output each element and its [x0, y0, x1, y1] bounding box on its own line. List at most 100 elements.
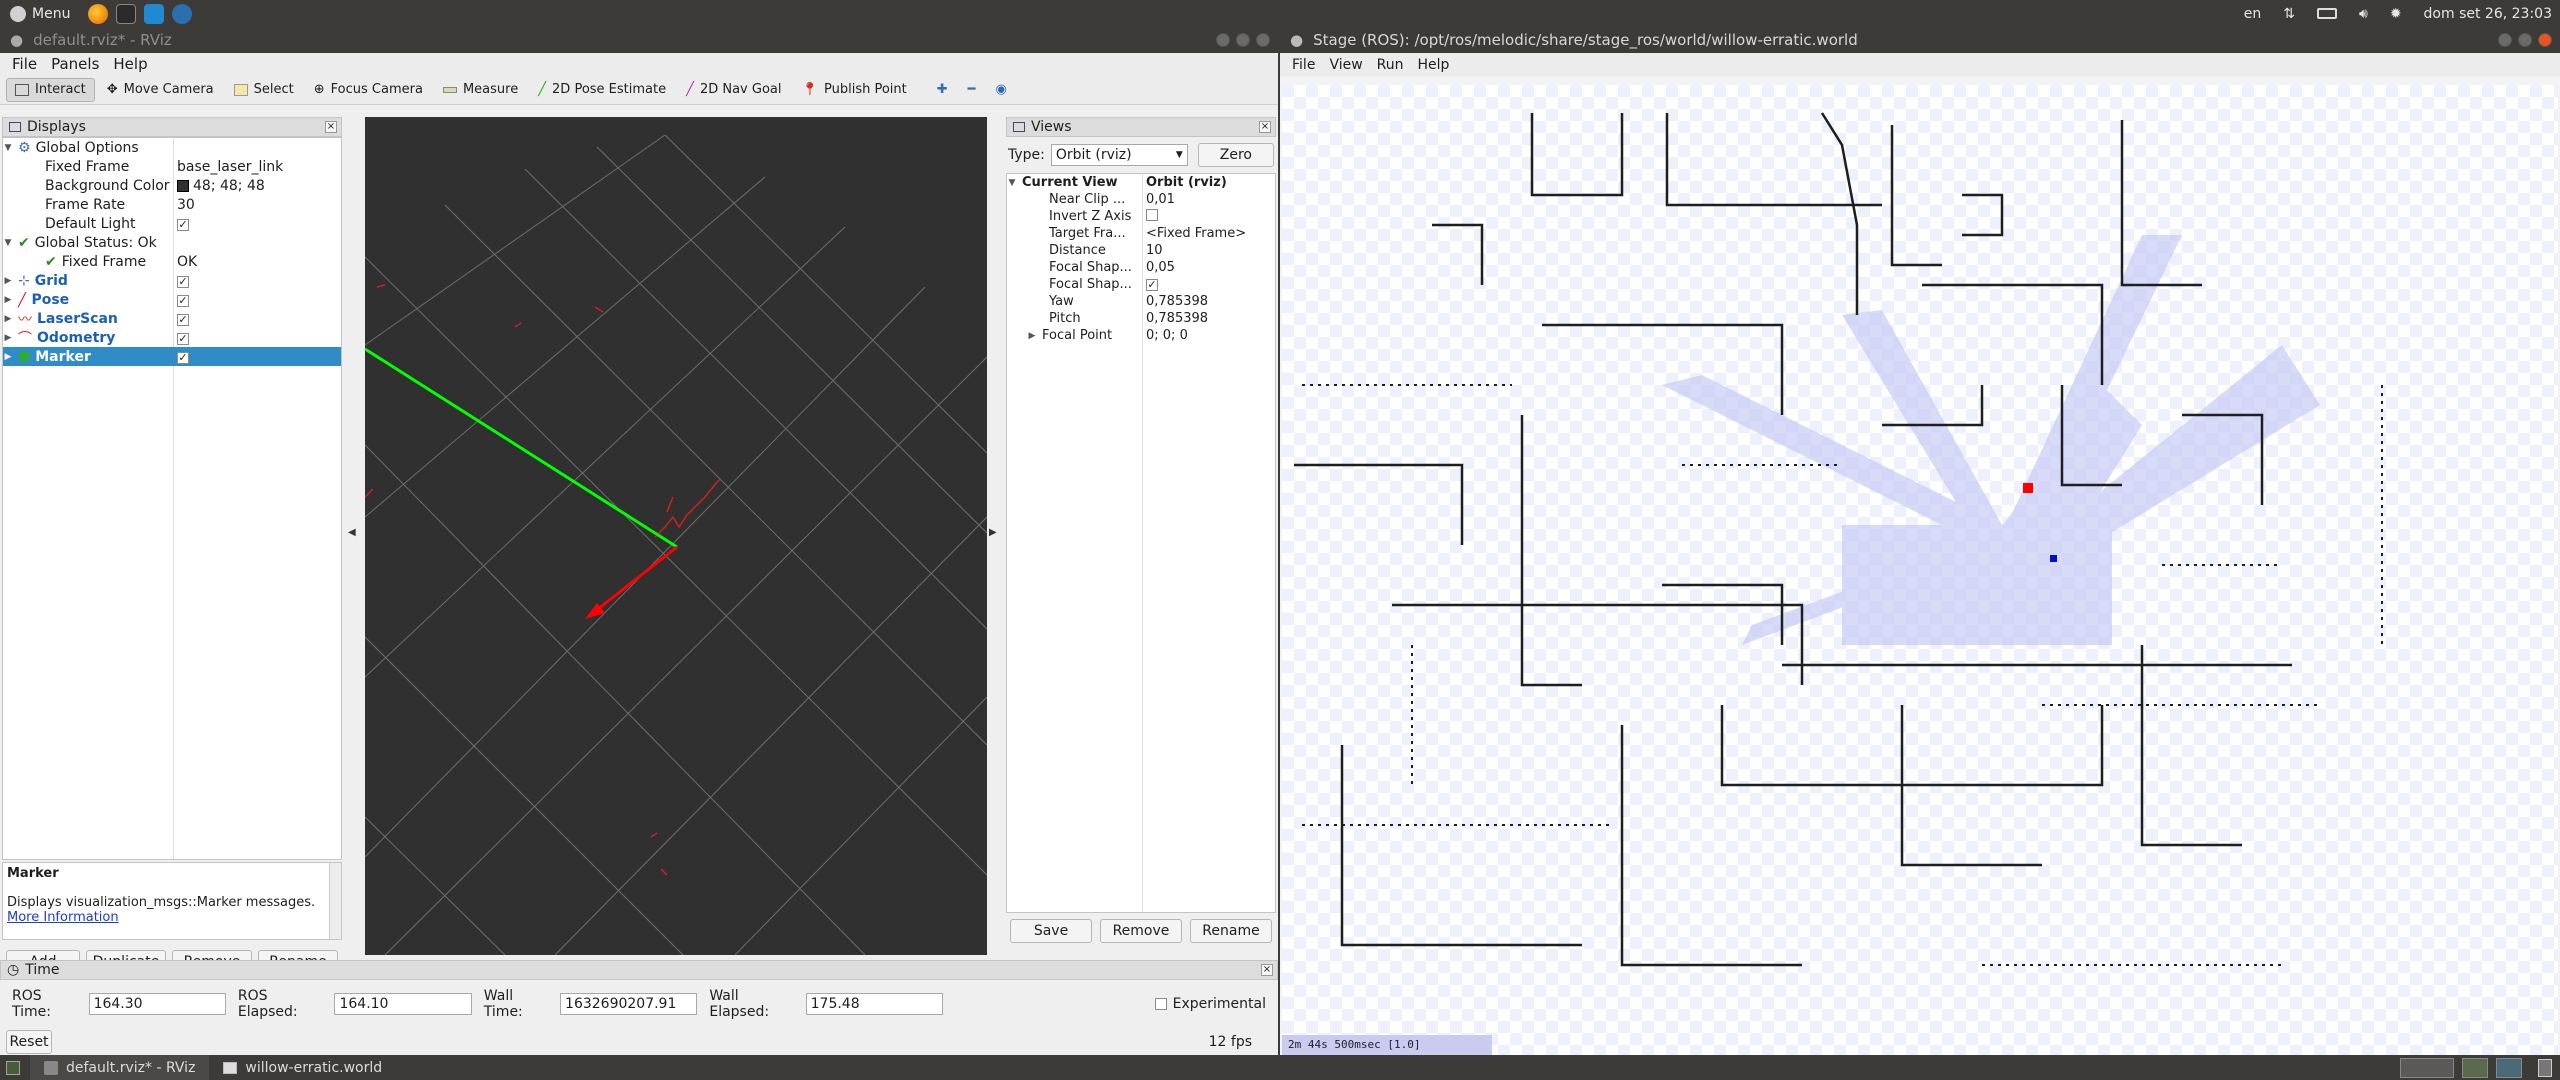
tool-2d-nav-goal[interactable]: ╱ 2D Nav Goal [678, 78, 789, 102]
expand-icon[interactable]: ▶ [1027, 331, 1037, 341]
collapse-icon[interactable]: ▼ [3, 238, 13, 248]
row-value[interactable]: 0,785398 [1142, 311, 1208, 326]
row-current-view[interactable]: ▼ Current View Orbit (rviz) [1007, 174, 1275, 191]
checkbox[interactable]: ✓ [177, 313, 189, 326]
rviz-titlebar[interactable]: ● default.rviz* - RViz [0, 27, 1278, 53]
row-grid[interactable]: ▶ ⊹ Grid ✓ [3, 271, 341, 290]
row-default-light[interactable]: Default Light ✓ [3, 214, 341, 233]
tool-move-camera[interactable]: ✥ Move Camera [99, 78, 222, 102]
close-button[interactable] [2538, 33, 2552, 47]
taskbar-item-rviz[interactable]: default.rviz* - RViz [30, 1055, 210, 1080]
more-information-link[interactable]: More Information [7, 910, 337, 925]
expand-icon[interactable]: ▶ [3, 333, 13, 343]
row-value[interactable]: 0; 0; 0 [1142, 328, 1188, 343]
stage-world[interactable] [1282, 85, 2558, 1055]
row-pitch[interactable]: Pitch 0,785398 [1007, 310, 1275, 327]
taskbar-item-stage[interactable]: willow-erratic.world [209, 1055, 396, 1080]
3d-scene[interactable] [365, 117, 987, 955]
checkbox[interactable] [1146, 208, 1158, 221]
checkbox[interactable]: ✓ [177, 294, 189, 307]
stage-titlebar[interactable]: ● Stage (ROS): /opt/ros/melodic/share/st… [1280, 27, 2560, 53]
expand-icon[interactable]: ▶ [3, 352, 13, 362]
remove-view-button[interactable]: Remove [1100, 919, 1182, 943]
menu-panels[interactable]: Panels [51, 55, 99, 73]
row-value[interactable]: 0,01 [1142, 192, 1175, 207]
wall-time-field[interactable]: 1632690207.91 [560, 993, 698, 1015]
row-focal-point[interactable]: ▶ Focal Point 0; 0; 0 [1007, 327, 1275, 344]
tool-measure[interactable]: Measure [435, 78, 526, 102]
clock[interactable]: dom set 26, 23:03 [2424, 6, 2552, 22]
wall-elapsed-field[interactable]: 175.48 [805, 993, 943, 1015]
row-frame-rate[interactable]: Frame Rate 30 [3, 195, 341, 214]
menu-file[interactable]: File [1292, 57, 1315, 73]
remove-tool-icon[interactable]: ━ [968, 82, 976, 97]
menu-view[interactable]: View [1329, 57, 1362, 73]
app-icon[interactable] [172, 3, 193, 24]
tool-select[interactable]: Select [226, 78, 302, 102]
row-distance[interactable]: Distance 10 [1007, 242, 1275, 259]
tool-properties-icon[interactable]: ◉ [995, 82, 1006, 97]
menu-button[interactable]: Menu [0, 5, 80, 22]
network-icon[interactable]: ⇅ [2283, 6, 2295, 22]
row-value[interactable]: 0,785398 [1142, 294, 1208, 309]
row-focal-shape-size[interactable]: Focal Shap... 0,05 [1007, 259, 1275, 276]
rename-view-button[interactable]: Rename [1190, 919, 1272, 943]
tool-interact[interactable]: Interact [6, 77, 95, 102]
vscode-icon[interactable] [144, 3, 165, 24]
expand-icon[interactable]: ▶ [3, 314, 13, 324]
row-value[interactable]: <Fixed Frame> [1142, 226, 1246, 241]
row-global-options[interactable]: ▼ ⚙ Global Options [3, 138, 341, 157]
checkbox[interactable]: ✓ [1146, 279, 1158, 291]
row-yaw[interactable]: Yaw 0,785398 [1007, 293, 1275, 310]
window-menu-icon[interactable]: ● [10, 31, 23, 49]
close-icon[interactable]: × [1261, 964, 1273, 976]
minimize-button[interactable] [2498, 33, 2512, 47]
close-icon[interactable]: × [1259, 121, 1271, 133]
row-background-color[interactable]: Background Color 48; 48; 48 [3, 176, 341, 195]
row-laserscan[interactable]: ▶ 〰 LaserScan ✓ [3, 309, 341, 328]
row-near-clip[interactable]: Near Clip ... 0,01 [1007, 191, 1275, 208]
checkbox[interactable]: ✓ [177, 218, 189, 231]
menu-help[interactable]: Help [113, 55, 147, 73]
settings-icon[interactable]: ✹ [2390, 6, 2402, 22]
row-value[interactable]: 0,05 [1142, 260, 1175, 275]
row-invert-z[interactable]: Invert Z Axis [1007, 208, 1275, 225]
row-marker[interactable]: ▶ ⬢ Marker ✓ [3, 347, 341, 366]
volume-icon[interactable]: 🔊︎ [2359, 6, 2368, 22]
ros-elapsed-field[interactable]: 164.10 [334, 993, 472, 1015]
row-pose[interactable]: ▶ ╱ Pose ✓ [3, 290, 341, 309]
description-scrollbar[interactable] [329, 863, 341, 939]
checkbox[interactable]: ✓ [177, 332, 189, 345]
experimental-checkbox[interactable] [1154, 998, 1167, 1010]
checkbox[interactable]: ✓ [177, 275, 189, 288]
left-dock-toggle[interactable]: ◀ [348, 527, 356, 538]
zero-button[interactable]: Zero [1197, 143, 1274, 167]
menu-run[interactable]: Run [1377, 57, 1404, 73]
workspace-3-icon[interactable] [2496, 1057, 2522, 1078]
expand-icon[interactable]: ▶ [3, 276, 13, 286]
expand-icon[interactable]: ▶ [3, 295, 13, 305]
row-status-fixed-frame[interactable]: ✔ Fixed Frame OK [3, 252, 341, 271]
row-target-frame[interactable]: Target Fra... <Fixed Frame> [1007, 225, 1275, 242]
battery-icon[interactable] [2316, 8, 2337, 19]
tool-publish-point[interactable]: 📍︎ Publish Point [793, 78, 914, 102]
maximize-button[interactable] [2518, 33, 2532, 47]
close-button[interactable] [1256, 33, 1270, 47]
add-tool-icon[interactable]: ✚ [937, 82, 948, 97]
keyboard-layout[interactable]: en [2244, 6, 2262, 22]
trash-icon[interactable] [2538, 1058, 2552, 1077]
collapse-icon[interactable]: ▼ [3, 143, 13, 153]
menu-file[interactable]: File [12, 55, 37, 73]
collapse-icon[interactable]: ▼ [1007, 178, 1017, 188]
tool-focus-camera[interactable]: ⊕ Focus Camera [306, 78, 431, 102]
tool-2d-pose-estimate[interactable]: ╱ 2D Pose Estimate [530, 78, 674, 102]
terminal-icon[interactable] [116, 3, 137, 24]
right-dock-toggle[interactable]: ▶ [989, 527, 997, 538]
stage-canvas[interactable]: 2m 44s 500msec [1.0] [1282, 85, 2558, 1055]
ros-time-field[interactable]: 164.30 [88, 993, 226, 1015]
maximize-button[interactable] [1236, 33, 1250, 47]
color-swatch[interactable] [177, 179, 189, 192]
workspace-2-icon[interactable] [2462, 1057, 2488, 1078]
close-icon[interactable]: × [325, 121, 337, 133]
window-menu-icon[interactable]: ● [1290, 31, 1303, 49]
